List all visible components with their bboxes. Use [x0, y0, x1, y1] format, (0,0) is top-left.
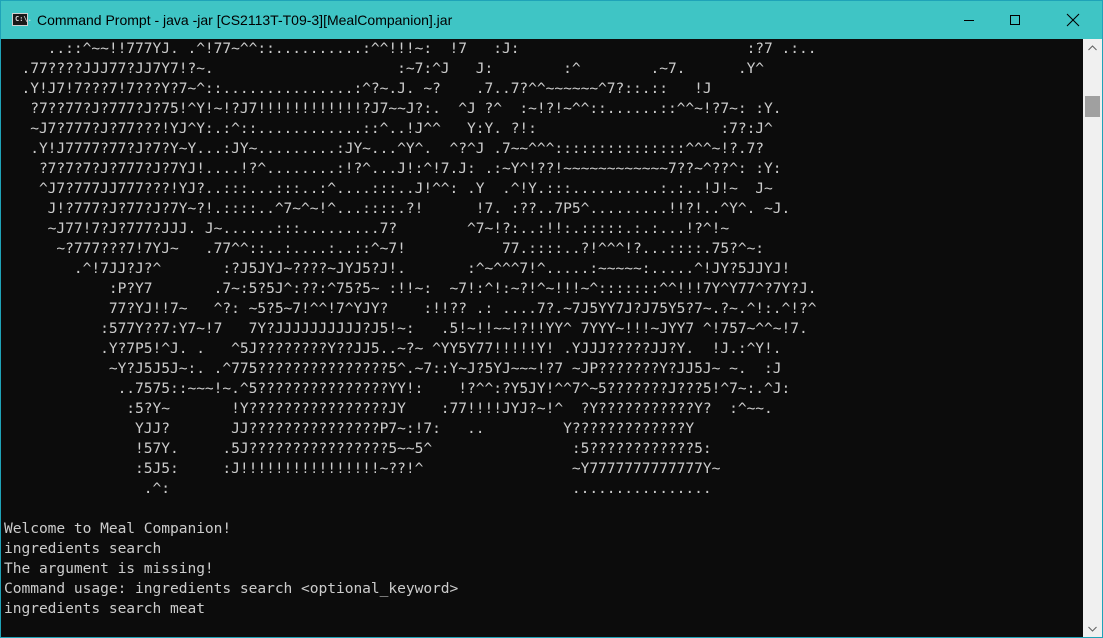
- minimize-button[interactable]: [946, 1, 992, 39]
- maximize-button[interactable]: [992, 1, 1038, 39]
- close-icon: [1066, 13, 1080, 27]
- command-prompt-icon-label: C:\.: [15, 15, 32, 23]
- console-line: ingredients search meat: [4, 600, 205, 617]
- maximize-icon: [1010, 15, 1020, 25]
- scroll-up-button[interactable]: [1083, 39, 1102, 56]
- command-prompt-icon[interactable]: C:\.: [12, 13, 32, 26]
- vertical-scrollbar[interactable]: [1083, 39, 1102, 637]
- scroll-down-button[interactable]: [1083, 620, 1102, 637]
- chevron-down-icon: [1088, 626, 1097, 632]
- minimize-icon: [964, 20, 974, 21]
- console-line: Command usage: ingredients search <optio…: [4, 580, 459, 597]
- close-button[interactable]: [1050, 1, 1096, 39]
- ascii-art: ..::^~~!!777YJ. .^!77~^^::..........:^^!…: [21, 40, 817, 497]
- console-line: Welcome to Meal Companion!: [4, 520, 232, 537]
- console-line: The argument is missing!: [4, 560, 214, 577]
- console-lines: Welcome to Meal Companion! ingredients s…: [2, 519, 458, 619]
- command-prompt-window: C:\. Command Prompt - java -jar [CS2113T…: [0, 0, 1103, 638]
- title-bar[interactable]: C:\. Command Prompt - java -jar [CS2113T…: [1, 1, 1102, 39]
- scroll-thumb[interactable]: [1085, 96, 1100, 117]
- console-output[interactable]: ..::^~~!!777YJ. .^!77~^^::..........:^^!…: [2, 39, 1082, 637]
- console-line: ingredients search: [4, 540, 162, 557]
- window-title: Command Prompt - java -jar [CS2113T-T09-…: [37, 12, 453, 28]
- chevron-up-icon: [1088, 44, 1097, 50]
